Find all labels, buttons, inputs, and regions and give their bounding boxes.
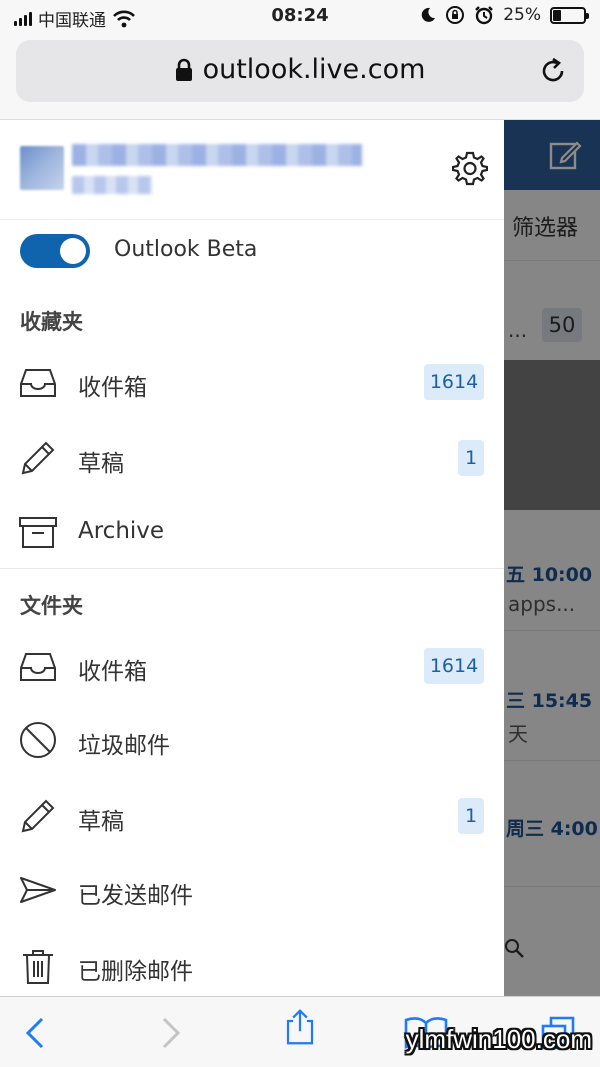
unread-badge: 1614 [424, 364, 484, 400]
divider [504, 760, 600, 761]
inbox-icon [20, 653, 56, 681]
reload-icon[interactable] [538, 56, 568, 86]
account-name-blurred [72, 144, 362, 166]
folder-item-inbox[interactable]: 收件箱 1614 [0, 630, 504, 702]
divider [504, 886, 600, 887]
back-icon[interactable] [18, 1015, 54, 1051]
moon-icon [421, 7, 436, 22]
outlook-beta-row[interactable]: Outlook Beta [0, 232, 504, 278]
orientation-lock-icon [446, 6, 465, 24]
mail-list-background: 筛选器 ... 50 五 10:00 apps... 三 15:45 天 周三 … [504, 120, 600, 996]
send-icon [20, 877, 56, 903]
item-label: 收件箱 [78, 659, 147, 685]
search-icon[interactable] [504, 938, 526, 960]
count-badge: 50 [542, 308, 582, 342]
filter-button[interactable]: 筛选器 [512, 210, 578, 242]
alarm-icon [475, 6, 494, 25]
url-display[interactable]: outlook.live.com [16, 54, 584, 85]
mail-ellipsis: ... [508, 318, 528, 342]
mail-time: 三 15:45 [506, 690, 593, 712]
url-text: outlook.live.com [202, 54, 426, 85]
toggle-knob [60, 238, 86, 264]
folders-heading: 文件夹 [20, 594, 83, 618]
favorites-item-inbox[interactable]: 收件箱 1614 [0, 346, 504, 418]
divider [504, 260, 600, 261]
folder-item-junk[interactable]: 垃圾邮件 [0, 704, 504, 776]
favorites-item-archive[interactable]: Archive [0, 496, 504, 568]
trash-icon [23, 950, 53, 984]
forward-icon[interactable] [152, 1015, 188, 1051]
item-label: 已发送邮件 [78, 883, 193, 909]
watermark: ylmfwin100.com [405, 1024, 592, 1054]
inbox-icon [20, 369, 56, 397]
pencil-icon [21, 441, 55, 475]
beta-label: Outlook Beta [114, 237, 258, 262]
avatar[interactable] [20, 146, 64, 190]
item-label: 已删除邮件 [78, 959, 193, 985]
section-divider [0, 568, 504, 569]
item-label: 收件箱 [78, 375, 147, 401]
mail-time: 周三 4:00 [506, 818, 598, 840]
item-label: 草稿 [78, 451, 124, 477]
folder-drawer: Outlook Beta 收藏夹 收件箱 1614 草稿 1 Archive 文… [0, 120, 504, 996]
share-icon[interactable] [282, 1009, 318, 1045]
gear-icon[interactable] [452, 150, 488, 186]
compose-icon[interactable] [548, 138, 582, 172]
account-email-blurred [72, 176, 152, 194]
battery-icon [550, 6, 589, 24]
mail-time: 五 10:00 [506, 564, 593, 586]
divider [504, 630, 600, 631]
item-label: 垃圾邮件 [78, 733, 170, 759]
pencil-icon [21, 799, 55, 833]
status-right: 25% [420, 5, 589, 25]
favorites-heading: 收藏夹 [20, 310, 83, 334]
archive-icon [19, 517, 57, 548]
unread-badge: 1 [458, 440, 484, 476]
status-bar: 中国联通 08:24 25% [0, 0, 600, 34]
lock-icon [175, 58, 192, 81]
browser-chrome: outlook.live.com [0, 34, 600, 120]
battery-percent: 25% [503, 5, 541, 25]
folder-item-drafts[interactable]: 草稿 1 [0, 780, 504, 852]
favorites-item-drafts[interactable]: 草稿 1 [0, 422, 504, 494]
unread-badge: 1 [458, 798, 484, 834]
blocked-icon [20, 722, 56, 758]
mail-snippet: 天 [508, 722, 528, 746]
beta-toggle[interactable] [20, 234, 90, 268]
address-bar[interactable]: outlook.live.com [16, 40, 584, 102]
folder-item-deleted[interactable]: 已删除邮件 [0, 930, 504, 996]
folder-item-sent[interactable]: 已发送邮件 [0, 854, 504, 926]
item-label: Archive [78, 518, 165, 544]
mail-grey-block [504, 360, 600, 510]
unread-badge: 1614 [424, 648, 484, 684]
item-label: 草稿 [78, 809, 124, 835]
mail-snippet: apps... [508, 592, 576, 616]
mail-header [504, 120, 600, 190]
account-header[interactable] [0, 120, 504, 220]
